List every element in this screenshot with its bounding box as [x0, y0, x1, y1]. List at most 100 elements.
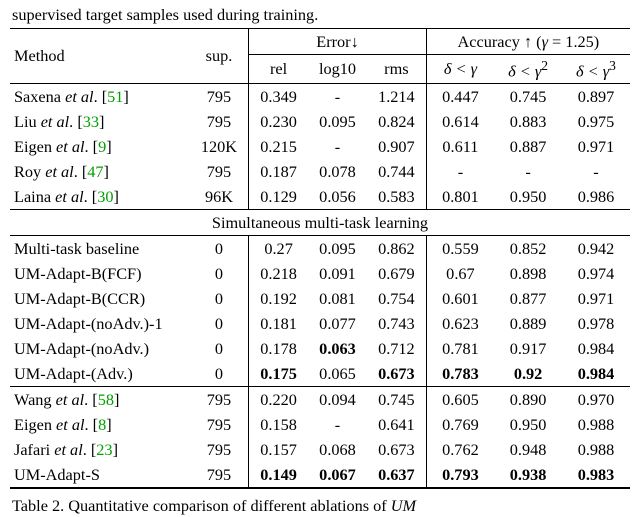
table-cell: 0.559: [426, 236, 494, 262]
table-row: UM-Adapt-B(FCF)00.2180.0910.6790.670.898…: [10, 261, 630, 286]
table-cell: 0.883: [494, 109, 562, 134]
table-cell: -: [426, 159, 494, 184]
col-rel-header: rel: [249, 55, 308, 84]
table-row: Wang et al. [58]7950.2200.0940.7450.6050…: [10, 387, 630, 412]
table-cell-method: UM-Adapt-B(FCF): [10, 261, 190, 286]
table-cell: 0.890: [494, 387, 562, 412]
table-cell: 0.769: [426, 412, 494, 437]
table-cell: 0: [190, 361, 249, 387]
table-cell: 0: [190, 236, 249, 262]
table-cell: 0.081: [308, 286, 367, 311]
table-cell: 795: [190, 437, 249, 462]
table-cell: 795: [190, 159, 249, 184]
table-cell: 0.971: [562, 134, 630, 159]
table-cell: 0.744: [367, 159, 426, 184]
table-cell: 0: [190, 286, 249, 311]
table-cell: 0.192: [249, 286, 308, 311]
table-cell: 0.762: [426, 437, 494, 462]
section-multi-task: Simultaneous multi-task learning: [10, 210, 630, 236]
table-cell: 0.950: [494, 184, 562, 210]
table-row: Saxena et al. [51]7950.349-1.2140.4470.7…: [10, 84, 630, 109]
table-cell-method: UM-Adapt-(Adv.): [10, 361, 190, 387]
table-cell: 0.637: [367, 462, 426, 488]
table-cell: 0.92: [494, 361, 562, 387]
table-cell: 0.938: [494, 462, 562, 488]
col-d3-header: δ < γ3: [562, 55, 630, 84]
table-cell: 0.793: [426, 462, 494, 488]
table-cell-method: UM-Adapt-(noAdv.): [10, 336, 190, 361]
table-cell-method: Wang et al. [58]: [10, 387, 190, 412]
table-row: Eigen et al. [9]120K0.215-0.9070.6110.88…: [10, 134, 630, 159]
table-cell: 0.349: [249, 84, 308, 109]
table-cell: 0.641: [367, 412, 426, 437]
table-caption: Table 2. Quantitative comparison of diff…: [10, 495, 630, 517]
table-cell: 0.887: [494, 134, 562, 159]
table-row: Eigen et al. [8]7950.158-0.6410.7690.950…: [10, 412, 630, 437]
table-cell-method: Eigen et al. [9]: [10, 134, 190, 159]
table-cell: 0.971: [562, 286, 630, 311]
table-cell: -: [308, 84, 367, 109]
table-cell: 0.897: [562, 84, 630, 109]
table-cell-method: Laina et al. [30]: [10, 184, 190, 210]
table-cell: 795: [190, 387, 249, 412]
table-cell: 0.917: [494, 336, 562, 361]
table-cell-method: UM-Adapt-B(CCR): [10, 286, 190, 311]
table-cell: 0.157: [249, 437, 308, 462]
table-cell-method: Eigen et al. [8]: [10, 412, 190, 437]
col-method-header: Method: [10, 29, 190, 84]
table-cell-method: UM-Adapt-S: [10, 462, 190, 488]
table-cell: 0.614: [426, 109, 494, 134]
col-log-header: log10: [308, 55, 367, 84]
table-cell: 0: [190, 261, 249, 286]
table-cell: -: [308, 134, 367, 159]
table-cell: 0.175: [249, 361, 308, 387]
table-cell: 0.754: [367, 286, 426, 311]
table-cell: 0.065: [308, 361, 367, 387]
table-cell: 0.745: [367, 387, 426, 412]
table-cell-method: Liu et al. [33]: [10, 109, 190, 134]
table-cell: 0.187: [249, 159, 308, 184]
table-cell: 0.158: [249, 412, 308, 437]
table-cell: -: [562, 159, 630, 184]
table-cell: -: [308, 412, 367, 437]
table-cell: 0.583: [367, 184, 426, 210]
table-row: UM-Adapt-B(CCR)00.1920.0810.7540.6010.87…: [10, 286, 630, 311]
col-sup-header: sup.: [190, 29, 249, 84]
table-cell: 0.877: [494, 286, 562, 311]
table-cell: 0.673: [367, 437, 426, 462]
table-cell: 795: [190, 412, 249, 437]
table-cell: 0.094: [308, 387, 367, 412]
table-cell: 0.611: [426, 134, 494, 159]
table-cell: 0.942: [562, 236, 630, 262]
table-cell: 0.230: [249, 109, 308, 134]
table-cell: 0.975: [562, 109, 630, 134]
table-cell: 795: [190, 109, 249, 134]
table-cell: 0.215: [249, 134, 308, 159]
table-cell: 0.984: [562, 361, 630, 387]
header-row-1: Method sup. Error↓ Accuracy ↑ (γ = 1.25): [10, 29, 630, 55]
table-cell: 0.601: [426, 286, 494, 311]
table-cell: 0.824: [367, 109, 426, 134]
table-cell: 0.063: [308, 336, 367, 361]
table-cell: 0.781: [426, 336, 494, 361]
table-cell: 0.974: [562, 261, 630, 286]
table-cell: 0.852: [494, 236, 562, 262]
table-row: UM-Adapt-(noAdv.)-100.1810.0770.7430.623…: [10, 311, 630, 336]
table-cell: 0.623: [426, 311, 494, 336]
col-accuracy-group: Accuracy ↑ (γ = 1.25): [426, 29, 630, 55]
table-cell: 0.067: [308, 462, 367, 488]
table-cell: 0.988: [562, 437, 630, 462]
table-cell: 0.67: [426, 261, 494, 286]
table-row: UM-Adapt-(noAdv.)00.1780.0630.7120.7810.…: [10, 336, 630, 361]
table-row: Laina et al. [30]96K0.1290.0560.5830.801…: [10, 184, 630, 210]
table-cell: 0.801: [426, 184, 494, 210]
table-cell: 0.27: [249, 236, 308, 262]
table-cell: 0.862: [367, 236, 426, 262]
table-cell: 0.673: [367, 361, 426, 387]
table-cell: 0.679: [367, 261, 426, 286]
table-cell: 0.743: [367, 311, 426, 336]
table-cell: 120K: [190, 134, 249, 159]
col-rms-header: rms: [367, 55, 426, 84]
table-cell-method: Jafari et al. [23]: [10, 437, 190, 462]
table-cell: 0.447: [426, 84, 494, 109]
